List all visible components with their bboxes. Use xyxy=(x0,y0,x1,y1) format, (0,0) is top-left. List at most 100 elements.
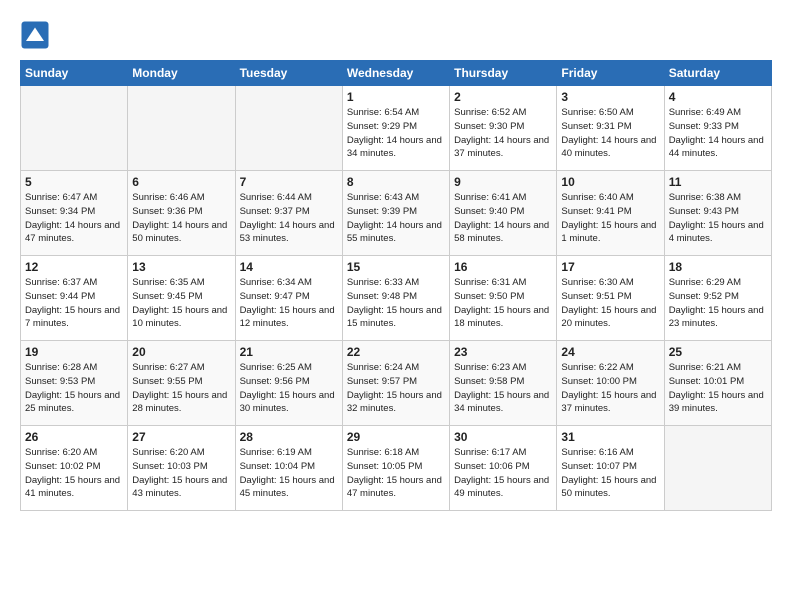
day-number: 1 xyxy=(347,90,445,104)
day-number: 15 xyxy=(347,260,445,274)
daylight-text: Daylight: 14 hours and 40 minutes. xyxy=(561,135,656,160)
day-info: Sunrise: 6:40 AM Sunset: 9:41 PM Daylight:… xyxy=(561,191,659,246)
weekday-header-sunday: Sunday xyxy=(21,61,128,86)
day-number: 21 xyxy=(240,345,338,359)
day-number: 20 xyxy=(132,345,230,359)
calendar-cell: 14Sunrise: 6:34 AMSunset: 9:47 PMDayligh… xyxy=(235,256,342,341)
sunset-text: Sunset: 10:07 PM xyxy=(561,461,637,472)
sunrise-text: Sunrise: 6:20 AM xyxy=(132,447,204,458)
day-number: 6 xyxy=(132,175,230,189)
day-info: Sunrise: 6:35 AMSunset: 9:45 PMDaylight:… xyxy=(132,276,230,331)
sunrise-text: Sunrise: 6:19 AM xyxy=(240,447,312,458)
calendar-cell: 21 Sunrise: 6:25 AMSunset: 9:56 PMDayligh… xyxy=(235,341,342,426)
sunset-text: Sunset: 9:31 PM xyxy=(561,121,631,132)
sunrise-text: Sunrise: 6:46 AM xyxy=(132,192,204,203)
day-info: Sunrise: 6:21 AMSunset: 10:01 PMDaylight… xyxy=(669,361,767,416)
day-info: Sunrise: 6:25 AMSunset: 9:56 PMDaylight:… xyxy=(240,361,338,416)
daylight-text: Daylight: 14 hours and 37 minutes. xyxy=(454,135,549,160)
day-info: Sunrise: 6:47 AMSunset: 9:34 PMDaylight:… xyxy=(25,191,123,246)
sunrise-text: Sunrise: 6:30 AM xyxy=(561,277,633,288)
sunrise-text: Sunrise: 6:52 AM xyxy=(454,107,526,118)
daylight-text: Daylight: 15 hours and 30 minutes. xyxy=(240,390,335,415)
sunrise-text: Sunrise: 6:31 AM xyxy=(454,277,526,288)
daylight-text: Daylight: 15 hours and 15 minutes. xyxy=(347,305,442,330)
day-info: Sunrise: 6:29 AMSunset: 9:52 PMDaylight:… xyxy=(669,276,767,331)
calendar-cell: 22Sunrise: 6:24 AMSunset: 9:57 PMDayligh… xyxy=(342,341,449,426)
day-info: Sunrise: 6:37 AMSunset: 9:44 PMDaylight:… xyxy=(25,276,123,331)
calendar-cell: 20Sunrise: 6:27 AMSunset: 9:55 PMDayligh… xyxy=(128,341,235,426)
sunrise-text: Sunrise: 6:35 AM xyxy=(132,277,204,288)
day-number: 12 xyxy=(25,260,123,274)
sunset-text: Sunset: 9:40 PM xyxy=(454,206,524,217)
sunset-text: Sunset: 9:30 PM xyxy=(454,121,524,132)
sunrise-text: Sunrise: 6:23 AM xyxy=(454,362,526,373)
daylight-text: Daylight: 15 hours and 32 minutes. xyxy=(347,390,442,415)
sunset-text: Sunset: 9:58 PM xyxy=(454,376,524,387)
calendar-cell: 7 Sunrise: 6:44 AMSunset: 9:37 PMDaylight… xyxy=(235,171,342,256)
calendar-cell xyxy=(664,426,771,511)
sunrise-text: Sunrise: 6:21 AM xyxy=(669,362,741,373)
sunset-text: Sunset: 9:47 PM xyxy=(240,291,310,302)
day-info: Sunrise: 6:41 AM Sunset: 9:40 PM Daylight:… xyxy=(454,191,552,246)
daylight-text: Daylight: 14 hours and 58 minutes. xyxy=(454,220,549,245)
weekday-header-friday: Friday xyxy=(557,61,664,86)
day-number: 26 xyxy=(25,430,123,444)
day-number: 25 xyxy=(669,345,767,359)
daylight-text: Daylight: 15 hours and 25 minutes. xyxy=(25,390,120,415)
sunset-text: Sunset: 10:06 PM xyxy=(454,461,530,472)
day-info: Sunrise: 6:30 AMSunset: 9:51 PMDaylight:… xyxy=(561,276,659,331)
calendar-cell: 13Sunrise: 6:35 AMSunset: 9:45 PMDayligh… xyxy=(128,256,235,341)
day-number: 24 xyxy=(561,345,659,359)
sunset-text: Sunset: 9:51 PM xyxy=(561,291,631,302)
logo xyxy=(20,20,54,50)
calendar-cell: 19Sunrise: 6:28 AMSunset: 9:53 PMDayligh… xyxy=(21,341,128,426)
sunset-text: Sunset: 9:41 PM xyxy=(561,206,631,217)
day-number: 10 xyxy=(561,175,659,189)
day-number: 5 xyxy=(25,175,123,189)
sunrise-text: Sunrise: 6:17 AM xyxy=(454,447,526,458)
sunrise-text: Sunrise: 6:16 AM xyxy=(561,447,633,458)
calendar-cell xyxy=(235,86,342,171)
sunrise-text: Sunrise: 6:22 AM xyxy=(561,362,633,373)
calendar-cell: 23Sunrise: 6:23 AMSunset: 9:58 PMDayligh… xyxy=(450,341,557,426)
sunset-text: Sunset: 9:53 PM xyxy=(25,376,95,387)
day-info: Sunrise: 6:22 AMSunset: 10:00 PMDaylight… xyxy=(561,361,659,416)
day-info: Sunrise: 6:44 AMSunset: 9:37 PMDaylight:… xyxy=(240,191,338,246)
calendar-cell: 4 Sunrise: 6:49 AMSunset: 9:33 PMDaylight… xyxy=(664,86,771,171)
sunset-text: Sunset: 9:34 PM xyxy=(25,206,95,217)
sunset-text: Sunset: 9:57 PM xyxy=(347,376,417,387)
sunrise-text: Sunrise: 6:41 AM xyxy=(454,192,526,203)
calendar-cell: 2Sunrise: 6:52 AMSunset: 9:30 PMDaylight… xyxy=(450,86,557,171)
sunset-text: Sunset: 9:48 PM xyxy=(347,291,417,302)
sunset-text: Sunset: 9:55 PM xyxy=(132,376,202,387)
day-info: Sunrise: 6:52 AM Sunset: 9:30 PM Daylight:… xyxy=(454,106,552,161)
daylight-text: Daylight: 15 hours and 12 minutes. xyxy=(240,305,335,330)
sunrise-text: Sunrise: 6:18 AM xyxy=(347,447,419,458)
day-number: 17 xyxy=(561,260,659,274)
day-number: 29 xyxy=(347,430,445,444)
day-info: Sunrise: 6:31 AMSunset: 9:50 PMDaylight:… xyxy=(454,276,552,331)
day-number: 9 xyxy=(454,175,552,189)
day-info: Sunrise: 6:16 AMSunset: 10:07 PMDaylight… xyxy=(561,446,659,501)
day-info: Sunrise: 6:49 AMSunset: 9:33 PMDaylight:… xyxy=(669,106,767,161)
day-info: Sunrise: 6:17 AMSunset: 10:06 PMDaylight… xyxy=(454,446,552,501)
day-info: Sunrise: 6:50 AMSunset: 9:31 PMDaylight:… xyxy=(561,106,659,161)
sunrise-text: Sunrise: 6:40 AM xyxy=(561,192,633,203)
daylight-text: Daylight: 14 hours and 34 minutes. xyxy=(347,135,442,160)
sunset-text: Sunset: 10:01 PM xyxy=(669,376,745,387)
calendar-cell: 26Sunrise: 6:20 AMSunset: 10:02 PMDaylig… xyxy=(21,426,128,511)
sunrise-text: Sunrise: 6:34 AM xyxy=(240,277,312,288)
day-number: 7 xyxy=(240,175,338,189)
sunrise-text: Sunrise: 6:43 AM xyxy=(347,192,419,203)
sunrise-text: Sunrise: 6:49 AM xyxy=(669,107,741,118)
calendar-cell: 27Sunrise: 6:20 AMSunset: 10:03 PMDaylig… xyxy=(128,426,235,511)
calendar-cell: 15Sunrise: 6:33 AMSunset: 9:48 PMDayligh… xyxy=(342,256,449,341)
daylight-text: Daylight: 15 hours and 1 minute. xyxy=(561,220,656,245)
daylight-text: Daylight: 15 hours and 23 minutes. xyxy=(669,305,764,330)
daylight-text: Daylight: 15 hours and 10 minutes. xyxy=(132,305,227,330)
daylight-text: Daylight: 14 hours and 53 minutes. xyxy=(240,220,335,245)
day-info: Sunrise: 6:46 AMSunset: 9:36 PMDaylight:… xyxy=(132,191,230,246)
daylight-text: Daylight: 15 hours and 4 minutes. xyxy=(669,220,764,245)
calendar-cell: 29Sunrise: 6:18 AMSunset: 10:05 PMDaylig… xyxy=(342,426,449,511)
day-number: 4 xyxy=(669,90,767,104)
